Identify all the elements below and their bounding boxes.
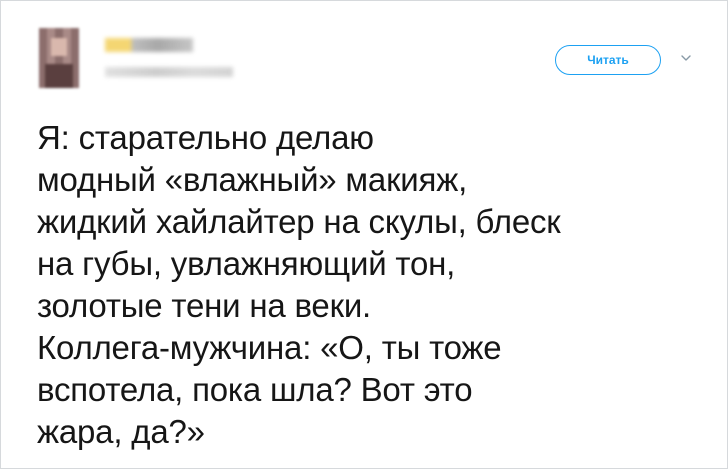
tweet-text-line: Коллега-мужчина: «О, ты тоже (37, 329, 502, 366)
chevron-down-icon[interactable] (680, 52, 692, 64)
avatar-body (45, 64, 73, 88)
tweet-text: Я: старательно делаю модный «влажный» ма… (37, 117, 637, 453)
author-handle-blurred[interactable] (105, 67, 233, 77)
tweet-text-line: на губы, увлажняющий тон, (37, 245, 456, 282)
tweet-text-line: вспотела, пока шла? Вот это (37, 371, 473, 408)
avatar[interactable] (39, 28, 79, 88)
tweet-text-line: жидкий хайлайтер на скулы, блеск (37, 203, 561, 240)
author-name-blurred[interactable] (105, 38, 193, 52)
avatar-face (51, 38, 67, 56)
tweet-text-line: Я: старательно делаю (37, 119, 374, 156)
tweet-text-line: модный «влажный» макияж, (37, 161, 468, 198)
tweet-text-line: золотые тени на веки. (37, 287, 372, 324)
follow-button[interactable]: Читать (555, 45, 661, 75)
tweet-text-line: жара, да?» (37, 413, 205, 450)
tweet-card: Читать Я: старательно делаю модный «влаж… (0, 0, 728, 469)
